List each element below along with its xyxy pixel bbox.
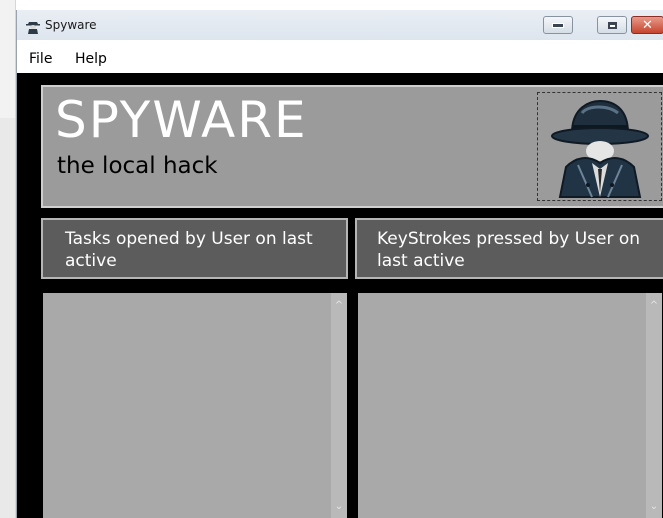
menu-help[interactable]: Help	[75, 51, 107, 67]
minimize-icon	[552, 22, 564, 28]
app-title: SPYWARE	[55, 91, 308, 149]
scroll-down-icon[interactable]: ⌄	[649, 502, 659, 512]
close-icon: ✕	[642, 17, 653, 33]
window-title: Spyware	[45, 18, 97, 32]
scroll-down-icon[interactable]: ⌄	[334, 502, 344, 512]
tasks-scrollbar[interactable]: ^ ⌄	[331, 293, 347, 518]
minimize-button[interactable]	[543, 16, 573, 34]
keystrokes-section-header: KeyStrokes pressed by User on last activ…	[355, 218, 663, 279]
tasks-list[interactable]: ^ ⌄	[43, 293, 347, 518]
keystrokes-list[interactable]: ^ ⌄	[358, 293, 662, 518]
maximize-button[interactable]	[597, 16, 627, 34]
logo-picture-box	[537, 92, 662, 201]
scroll-up-icon[interactable]: ^	[649, 301, 659, 311]
app-window: Spyware ✕ File Help SPYWARE the local ha…	[16, 10, 663, 518]
scroll-up-icon[interactable]: ^	[334, 301, 344, 311]
header-banner: SPYWARE the local hack	[41, 85, 663, 208]
tasks-section-header: Tasks opened by User on last active	[41, 218, 348, 279]
spy-agent-icon	[551, 99, 649, 198]
client-area: SPYWARE the local hack Tasks opened by U…	[17, 73, 663, 518]
close-button[interactable]: ✕	[631, 16, 663, 34]
menu-bar: File Help	[17, 40, 663, 73]
maximize-icon	[607, 21, 617, 29]
spy-app-icon	[26, 22, 40, 34]
menu-file[interactable]: File	[29, 51, 52, 67]
title-bar[interactable]: Spyware ✕	[17, 10, 663, 40]
app-subtitle: the local hack	[57, 153, 218, 179]
keystrokes-scrollbar[interactable]: ^ ⌄	[646, 293, 662, 518]
desktop-left-edge	[0, 0, 16, 518]
desktop-left-band	[0, 118, 15, 518]
